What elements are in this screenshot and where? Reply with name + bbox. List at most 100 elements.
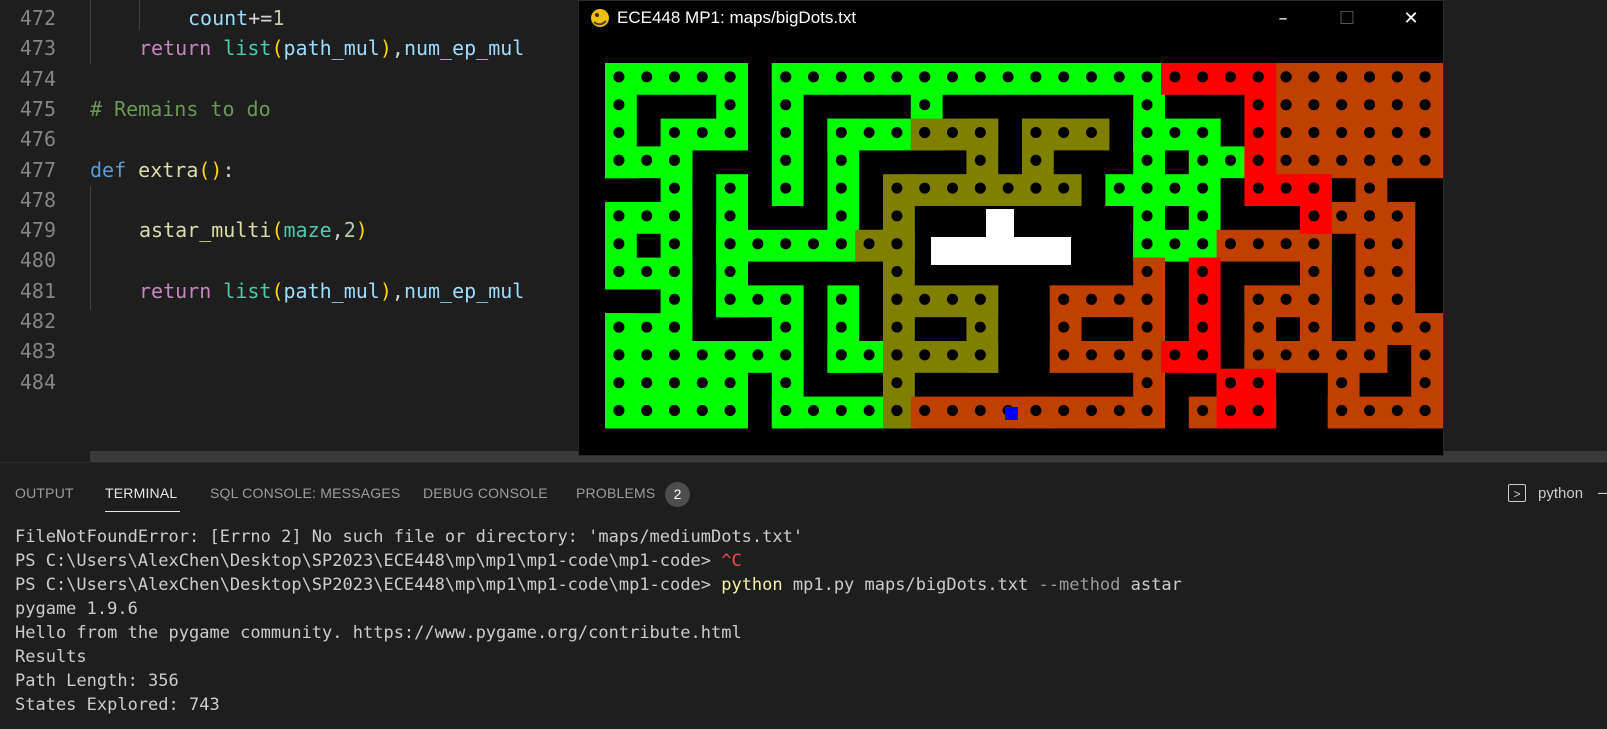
indent-guide — [90, 0, 91, 64]
maze-dot — [669, 405, 680, 416]
maze-dot — [780, 238, 792, 250]
maze-dot — [1141, 293, 1153, 305]
terminal-name: python — [1538, 485, 1584, 502]
maze-dot — [752, 349, 764, 361]
maze-dot — [669, 127, 680, 138]
maze-dot — [669, 210, 680, 222]
maze-dot — [1225, 405, 1236, 416]
maze-dot — [835, 71, 847, 83]
maze-dot — [1391, 405, 1403, 416]
panel-minimize-icon[interactable]: – — [1598, 483, 1607, 502]
maze-dot — [974, 321, 986, 333]
maze-dot — [1169, 238, 1181, 250]
maze-dot — [696, 71, 708, 83]
maze-dot — [974, 405, 986, 416]
maze-dot — [974, 349, 986, 361]
minimize-icon[interactable]: – — [1251, 1, 1315, 37]
maze-dot — [613, 210, 625, 222]
maze-dot — [1364, 71, 1375, 83]
maze-dot — [1058, 405, 1070, 416]
maze-dot — [696, 377, 708, 389]
maze-dot — [1225, 154, 1236, 166]
maze-dot — [974, 293, 986, 305]
maze-dot — [1030, 405, 1042, 416]
maze-dot — [724, 349, 736, 361]
tab-output[interactable]: OUTPUT — [15, 485, 74, 501]
bottom-panel: OUTPUT TERMINAL SQL CONSOLE: MESSAGES DE… — [0, 462, 1607, 729]
line-number: 475 — [19, 96, 56, 121]
maze-dot — [1141, 266, 1153, 277]
maze-dot — [613, 154, 625, 166]
maze-dot — [696, 127, 708, 138]
maze-dot — [1197, 127, 1209, 138]
maze-dot — [1141, 127, 1153, 138]
line-number: 484 — [19, 369, 56, 394]
tab-sql-console[interactable]: SQL CONSOLE: MESSAGES — [210, 485, 400, 501]
terminal-line: Hello from the pygame community. https:/… — [15, 623, 742, 643]
window-titlebar[interactable]: ECE448 MP1: maps/bigDots.txt – ☐ ✕ — [579, 1, 1443, 37]
maze-dot — [780, 377, 792, 389]
maze-dot — [1113, 405, 1125, 416]
maze-dot — [947, 182, 958, 194]
maze-dot — [1364, 321, 1375, 333]
terminal-line: PS C:\Users\AlexChen\Desktop\SP2023\ECE4… — [15, 573, 1182, 597]
code-text: count+=1 — [188, 6, 285, 30]
maze-dot — [1419, 377, 1431, 389]
terminal-line: Path Length: 356 — [15, 671, 179, 691]
maze-dot — [1030, 71, 1042, 83]
maze-dot — [1252, 71, 1264, 83]
maze-dot — [1197, 293, 1209, 305]
maze-dot — [1391, 71, 1403, 83]
maze-dot — [919, 99, 931, 111]
line-number: 483 — [19, 339, 56, 364]
maze-dot — [1169, 349, 1181, 361]
maze-dot — [891, 349, 903, 361]
maze-dot — [1280, 71, 1292, 83]
maze-dot — [752, 293, 764, 305]
maze-dot — [724, 238, 736, 250]
maximize-icon[interactable]: ☐ — [1315, 1, 1379, 37]
close-icon[interactable]: ✕ — [1379, 1, 1443, 37]
maze-dot — [1308, 127, 1320, 138]
maze-dot — [891, 293, 903, 305]
maze-dot — [1141, 71, 1153, 83]
maze-ghost-box — [986, 209, 1014, 239]
maze-dot — [1086, 405, 1097, 416]
maze-dot — [1391, 266, 1403, 277]
code-text: return list(path_mul),num_ep_mul — [139, 278, 525, 303]
maze-dot — [1308, 266, 1320, 277]
maze-dot — [1113, 182, 1125, 194]
maze-dot — [613, 377, 625, 389]
maze-dot — [1391, 154, 1403, 166]
maze-dot — [1364, 293, 1375, 305]
maze-dot — [669, 377, 680, 389]
maze-dot — [1391, 293, 1403, 305]
indent-guide — [139, 0, 140, 30]
maze-dot — [780, 405, 792, 416]
maze-dot — [1308, 71, 1320, 83]
maze-dot — [863, 349, 875, 361]
maze-dot — [641, 210, 653, 222]
maze-dot — [1391, 238, 1403, 250]
maze-dot — [1086, 127, 1097, 138]
maze-dot — [724, 266, 736, 277]
maze-dot — [1086, 71, 1097, 83]
maze-dot — [669, 266, 680, 277]
pygame-window[interactable]: ECE448 MP1: maps/bigDots.txt – ☐ ✕ — [578, 0, 1444, 456]
maze-dot — [1391, 210, 1403, 222]
tab-terminal[interactable]: TERMINAL — [105, 485, 177, 501]
line-number: 481 — [19, 278, 56, 303]
terminal-line: FileNotFoundError: [Errno 2] No such fil… — [15, 527, 804, 547]
maze-path-cell — [910, 174, 1082, 206]
tab-debug-console[interactable]: DEBUG CONSOLE — [423, 485, 548, 501]
tab-problems[interactable]: PROBLEMS — [576, 485, 655, 501]
maze-dot — [724, 127, 736, 138]
maze-dot — [1141, 238, 1153, 250]
maze-dot — [835, 405, 847, 416]
maze-dot — [1336, 99, 1348, 111]
maze-dot — [1197, 154, 1209, 166]
maze-dot — [613, 238, 625, 250]
maze-dot — [947, 127, 958, 138]
maze-dot — [1058, 321, 1070, 333]
maze-dot — [641, 154, 653, 166]
